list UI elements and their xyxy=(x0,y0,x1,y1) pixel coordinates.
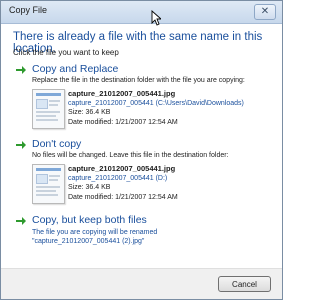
file-name: capture_21012007_005441.jpg xyxy=(68,89,176,98)
file-info: capture_21012007_005441.jpg capture_2101… xyxy=(68,89,278,127)
option-description: The file you are copying will be renamed… xyxy=(32,229,158,245)
file-info: capture_21012007_005441.jpg capture_2101… xyxy=(68,164,278,202)
dialog-footer: Cancel xyxy=(1,268,282,299)
dialog-subheading: Click the file you want to keep xyxy=(13,48,119,57)
file-name: capture_21012007_005441.jpg xyxy=(68,164,176,173)
file-date-modified: Date modified: 1/21/2007 12:54 AM xyxy=(68,118,178,126)
cancel-button[interactable]: Cancel xyxy=(218,276,271,292)
option-title: Copy, but keep both files xyxy=(32,214,147,226)
copy-file-dialog: Copy File ✕ There is already a file with… xyxy=(0,0,283,300)
option-title: Don't copy xyxy=(32,138,82,150)
close-icon: ✕ xyxy=(260,6,270,17)
close-button[interactable]: ✕ xyxy=(254,4,276,20)
file-size: Size: 36.4 KB xyxy=(68,109,111,116)
title-bar[interactable]: Copy File ✕ xyxy=(1,1,282,24)
file-size: Size: 36.4 KB xyxy=(68,184,111,191)
file-date-modified: Date modified: 1/21/2007 12:54 AM xyxy=(68,193,178,201)
file-path: capture_21012007_005441 (C:\Users\David\… xyxy=(68,99,244,107)
option-description: No files will be changed. Leave this fil… xyxy=(32,152,229,159)
option-title: Copy and Replace xyxy=(32,63,119,75)
file-thumbnail xyxy=(32,164,65,204)
option-description: Replace the file in the destination fold… xyxy=(32,77,245,84)
file-thumbnail xyxy=(32,89,65,129)
green-arrow-icon xyxy=(16,141,26,149)
green-arrow-icon xyxy=(16,66,26,74)
green-arrow-icon xyxy=(16,217,26,225)
window-title: Copy File xyxy=(9,5,48,15)
mouse-cursor-icon xyxy=(151,10,161,26)
file-path: capture_21012007_005441 (D:) xyxy=(68,174,168,182)
